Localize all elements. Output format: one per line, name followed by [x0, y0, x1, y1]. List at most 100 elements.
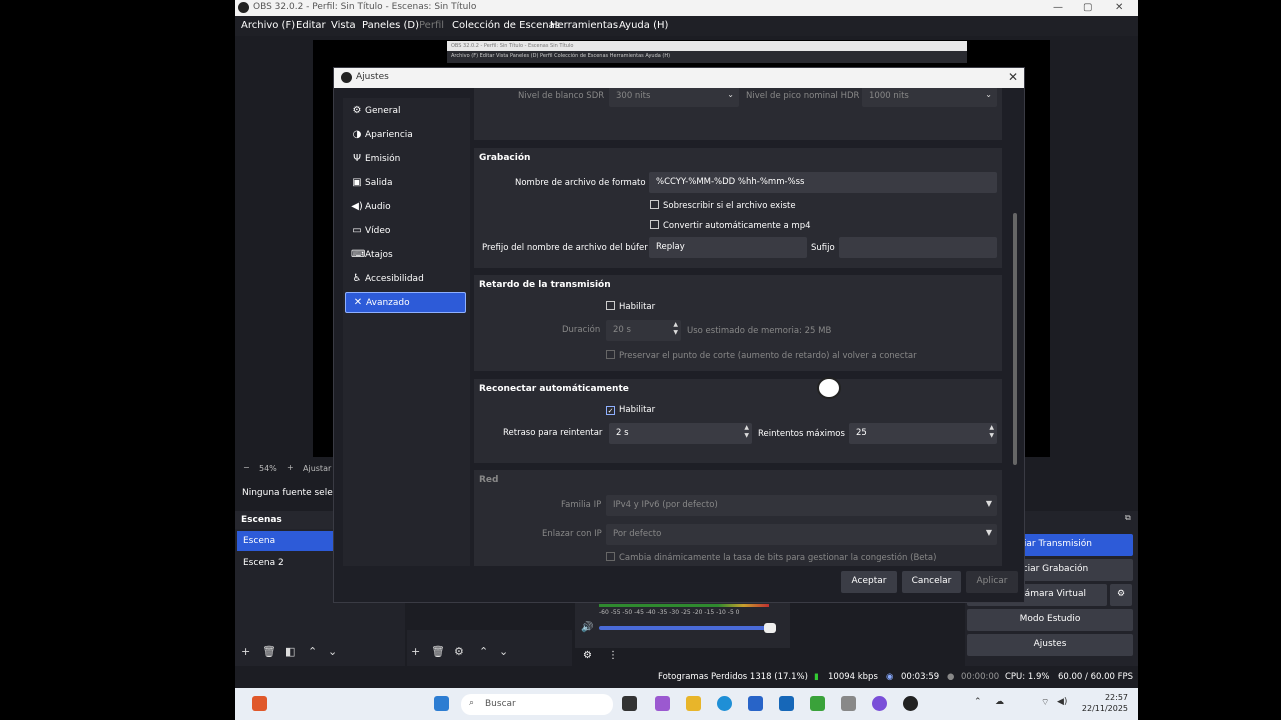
signal-icon: ▮	[814, 672, 819, 682]
move-up-icon[interactable]: ⌃	[308, 645, 317, 658]
content-scrollbar[interactable]	[1013, 213, 1017, 465]
wifi-icon[interactable]: ⌔	[1041, 697, 1049, 708]
checkbox-box[interactable]	[606, 301, 615, 310]
antenna-icon: Ψ	[353, 153, 361, 164]
source-down-icon[interactable]: ⌄	[499, 645, 508, 658]
bind-ip-select[interactable]: Por defecto ▼	[606, 524, 997, 545]
sidebar-item-audio[interactable]: ◀) Audio	[345, 197, 466, 218]
zoom-out-button[interactable]: −	[243, 463, 250, 472]
ip-family-select[interactable]: IPv4 y IPv6 (por defecto) ▼	[606, 495, 997, 516]
menu-archivo[interactable]: Archivo (F)	[241, 20, 295, 31]
dynamic-bitrate-checkbox[interactable]: Cambia dinámicamente la tasa de bits par…	[606, 552, 936, 563]
studio-mode-button[interactable]: Modo Estudio	[967, 609, 1133, 631]
source-up-icon[interactable]: ⌃	[479, 645, 488, 658]
checkbox-box[interactable]	[650, 220, 659, 229]
checkbox-box[interactable]	[650, 200, 659, 209]
sdr-white-input[interactable]: 300 nits ⌄	[609, 88, 739, 107]
taskbar-search[interactable]: ⌕ Buscar	[461, 694, 613, 715]
retry-delay-input[interactable]: 2 s ▲ ▼	[609, 423, 752, 444]
speaker-icon[interactable]: 🔊	[581, 622, 593, 633]
filename-format-input[interactable]: %CCYY-%MM-%DD %hh-%mm-%ss	[649, 172, 997, 193]
checkbox-box[interactable]	[606, 350, 615, 359]
accept-button[interactable]: Aceptar	[841, 571, 897, 593]
mixer-settings-icon[interactable]: ⚙	[583, 650, 592, 661]
settings-button[interactable]: Ajustes	[967, 634, 1133, 656]
volume-knob[interactable]	[764, 623, 776, 633]
move-down-icon[interactable]: ⌄	[328, 645, 337, 658]
sidebar-item-video[interactable]: ▭ Vídeo	[345, 221, 466, 242]
menu-vista[interactable]: Vista	[331, 20, 356, 31]
dropped-frames: Fotogramas Perdidos 1318 (17.1%)	[658, 672, 808, 682]
add-source-icon[interactable]: +	[411, 645, 420, 658]
sidebar-item-emision[interactable]: Ψ Emisión	[345, 149, 466, 170]
sidebar-item-apariencia[interactable]: ◑ Apariencia	[345, 125, 466, 146]
remove-source-icon[interactable]: 🗑	[431, 645, 445, 658]
minimize-icon[interactable]: —	[1053, 2, 1063, 13]
start-icon[interactable]	[434, 696, 449, 711]
messenger-icon[interactable]	[872, 696, 887, 711]
spin-arrows-icon[interactable]: ▲ ▼	[673, 321, 678, 337]
menu-editar[interactable]: Editar	[296, 20, 326, 31]
menu-perfil[interactable]: Perfil	[419, 20, 444, 31]
sidebar-item-salida[interactable]: ▣ Salida	[345, 173, 466, 194]
maximize-icon[interactable]: ▢	[1083, 2, 1092, 13]
cloud-icon[interactable]: ☁	[995, 697, 1004, 707]
sidebar-item-accesibilidad[interactable]: ♿ Accesibilidad	[345, 269, 466, 290]
checkbox-box[interactable]	[606, 552, 615, 561]
duration-input[interactable]: 20 s ▲ ▼	[606, 320, 681, 341]
remux-checkbox[interactable]: Convertir automáticamente a mp4	[650, 220, 811, 231]
menu-paneles[interactable]: Paneles (D)	[362, 20, 419, 31]
source-settings-icon[interactable]: ⚙	[454, 645, 464, 658]
hdr-peak-input[interactable]: 1000 nits ⌄	[862, 88, 997, 107]
dialog-close-icon[interactable]: ✕	[1008, 70, 1018, 84]
outlook-icon[interactable]	[779, 696, 794, 711]
bitrate: 10094 kbps	[828, 672, 878, 682]
buffer-prefix-input[interactable]: Replay	[649, 237, 807, 258]
max-retries-input[interactable]: 25 ▲ ▼	[849, 423, 997, 444]
mouse-app-icon[interactable]	[841, 696, 856, 711]
dropdown-arrow-icon: ▼	[985, 499, 992, 508]
copilot-icon[interactable]	[655, 696, 670, 711]
apply-button[interactable]: Aplicar	[966, 571, 1018, 593]
task-view-icon[interactable]	[622, 696, 637, 711]
cancel-button[interactable]: Cancelar	[902, 571, 961, 593]
dock-float-icon[interactable]: ⧉	[1125, 513, 1131, 523]
preserve-cutoff-checkbox[interactable]: Preservar el punto de corte (aumento de …	[606, 350, 917, 361]
scene-item[interactable]: Escena 2	[237, 553, 333, 573]
zoom-in-button[interactable]: +	[287, 463, 294, 472]
overwrite-checkbox[interactable]: Sobrescribir si el archivo existe	[650, 200, 796, 211]
ip-family-value: IPv4 y IPv6 (por defecto)	[613, 500, 718, 510]
add-scene-icon[interactable]: +	[241, 645, 250, 658]
store-icon[interactable]	[748, 696, 763, 711]
sidebar-item-general[interactable]: ⚙ General	[345, 101, 466, 122]
remove-scene-icon[interactable]: 🗑	[262, 645, 276, 658]
app-notification-icon[interactable]	[252, 696, 267, 711]
menu-herramientas[interactable]: Herramientas	[550, 20, 618, 31]
obs-taskbar-icon[interactable]	[903, 696, 918, 711]
menu-coleccion[interactable]: Colección de Escenas	[452, 20, 560, 31]
checkbox-checked[interactable]: ✓	[606, 406, 615, 415]
filters-icon[interactable]: ◧	[285, 645, 295, 658]
edge-icon[interactable]	[717, 696, 732, 711]
menu-ayuda[interactable]: Ayuda (H)	[619, 20, 668, 31]
suffix-input[interactable]	[839, 237, 997, 258]
mixer-menu-icon[interactable]: ⋮	[608, 650, 618, 661]
volume-slider[interactable]	[599, 623, 776, 633]
network-group: Red Familia IP IPv4 y IPv6 (por defecto)…	[474, 470, 1002, 566]
virtual-camera-settings-icon[interactable]: ⚙	[1110, 584, 1132, 606]
close-icon[interactable]: ✕	[1115, 2, 1123, 13]
scene-item[interactable]: Escena	[237, 531, 333, 551]
reconnect-enable-checkbox[interactable]: ✓ Habilitar	[606, 405, 655, 415]
title-bar: OBS 32.0.2 - Perfil: Sin Título - Escena…	[235, 0, 1138, 16]
volume-icon[interactable]: ◀)	[1057, 697, 1067, 707]
nvidia-icon[interactable]	[810, 696, 825, 711]
chevron-up-icon[interactable]: ⌃	[974, 697, 982, 707]
delay-enable-checkbox[interactable]: Habilitar	[606, 301, 655, 312]
spin-arrows-icon[interactable]: ▲ ▼	[744, 424, 749, 440]
spin-arrows-icon[interactable]: ▲ ▼	[989, 424, 994, 440]
file-explorer-icon[interactable]	[686, 696, 701, 711]
menu-bar: Archivo (F) Editar Vista Paneles (D) Per…	[235, 16, 1138, 36]
sidebar-item-avanzado[interactable]: ✕ Avanzado	[345, 292, 466, 313]
sidebar-item-atajos[interactable]: ⌨ Atajos	[345, 245, 466, 266]
clock[interactable]: 22:57 22/11/2025	[1082, 692, 1128, 714]
